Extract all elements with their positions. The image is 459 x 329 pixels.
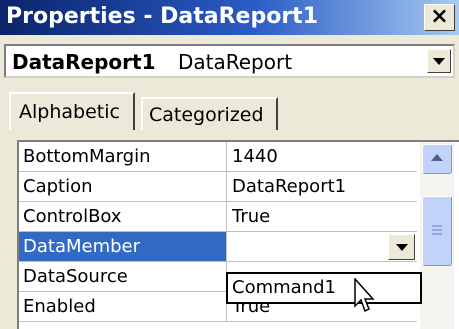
property-row-bottommargin[interactable]: BottomMargin 1440 (19, 142, 417, 172)
vertical-scrollbar[interactable] (420, 142, 454, 329)
object-name: DataReport1 (12, 50, 156, 74)
grip-line (432, 233, 442, 235)
property-row-caption[interactable]: Caption DataReport1 (19, 172, 417, 202)
scroll-up-icon (431, 154, 443, 161)
property-name: BottomMargin (19, 142, 227, 171)
close-icon: × (430, 4, 449, 29)
title-bar: Properties - DataReport1 × (0, 0, 459, 35)
dropdown-option-command1[interactable]: Command1 (232, 275, 336, 301)
grip-line (432, 225, 442, 227)
property-name: DataMember (19, 232, 227, 261)
object-selector-dropdown-button[interactable] (427, 49, 451, 73)
property-row-controlbox[interactable]: ControlBox True (19, 202, 417, 232)
object-selector-combo[interactable]: DataReport1 DataReport (4, 44, 455, 78)
property-value[interactable]: True (228, 202, 417, 231)
property-name: Caption (19, 172, 227, 201)
mouse-cursor-icon (354, 278, 375, 313)
grip-line (432, 229, 442, 231)
property-name: Enabled (19, 292, 227, 321)
scroll-thumb[interactable] (422, 196, 452, 266)
object-type: DataReport (178, 50, 293, 74)
tab-alphabetic[interactable]: Alphabetic (9, 92, 135, 130)
chevron-down-icon (433, 58, 445, 65)
property-row-datamember[interactable]: DataMember (19, 232, 417, 262)
tab-categorized[interactable]: Categorized (141, 97, 278, 130)
property-dropdown-button[interactable] (388, 234, 415, 260)
property-name: DataSource (19, 262, 227, 291)
datamember-dropdown-list: Command1 (226, 272, 422, 304)
chevron-down-icon (395, 244, 408, 251)
scroll-up-button[interactable] (422, 144, 452, 174)
property-value[interactable]: DataReport1 (228, 172, 417, 201)
window-title: Properties - DataReport1 (6, 4, 318, 29)
close-button[interactable]: × (424, 4, 455, 31)
property-value[interactable]: 1440 (228, 142, 417, 171)
property-name: ControlBox (19, 202, 227, 231)
